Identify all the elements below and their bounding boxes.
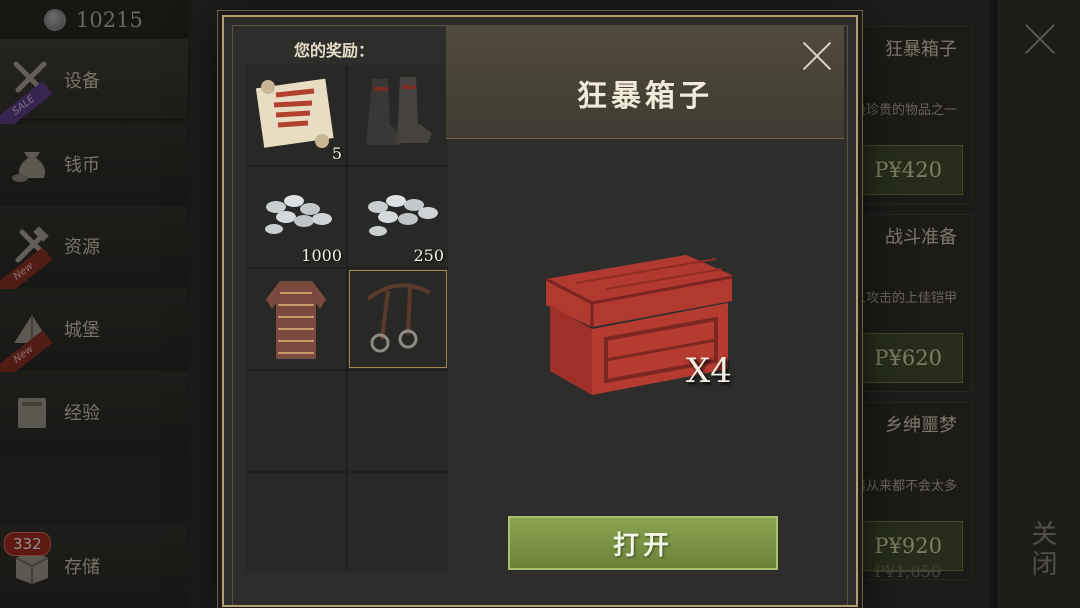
empty-slot [246,371,346,471]
modal-header: 狂暴箱子 [446,25,844,139]
reward-slot[interactable]: 1000 [246,167,346,267]
reward-slot[interactable] [246,269,346,369]
empty-slot [348,371,448,471]
open-button[interactable]: 打开 [508,516,778,570]
reward-qty: 1000 [301,246,342,265]
chest-count: X4 [686,351,732,391]
empty-slot [348,473,448,573]
reward-qty: 250 [413,246,444,265]
empty-slot [246,473,346,573]
modal-title: 狂暴箱子 [577,79,713,114]
reward-slot[interactable]: 250 [348,167,448,267]
close-icon[interactable] [802,41,832,71]
reward-slot[interactable] [348,65,448,165]
reward-modal: 您的奖励： 5 1000 250 狂暴箱子 X4 打开 [222,15,858,607]
rewards-label: 您的奖励： [294,41,375,60]
reward-slot[interactable]: 5 [246,65,346,165]
reward-qty: 5 [331,144,342,163]
gambeson-armor-icon [266,281,326,359]
reward-grid: 5 1000 250 [246,65,448,573]
reward-slot-selected[interactable] [348,269,448,369]
boots-icon [366,77,432,145]
bridle-icon [366,283,431,353]
